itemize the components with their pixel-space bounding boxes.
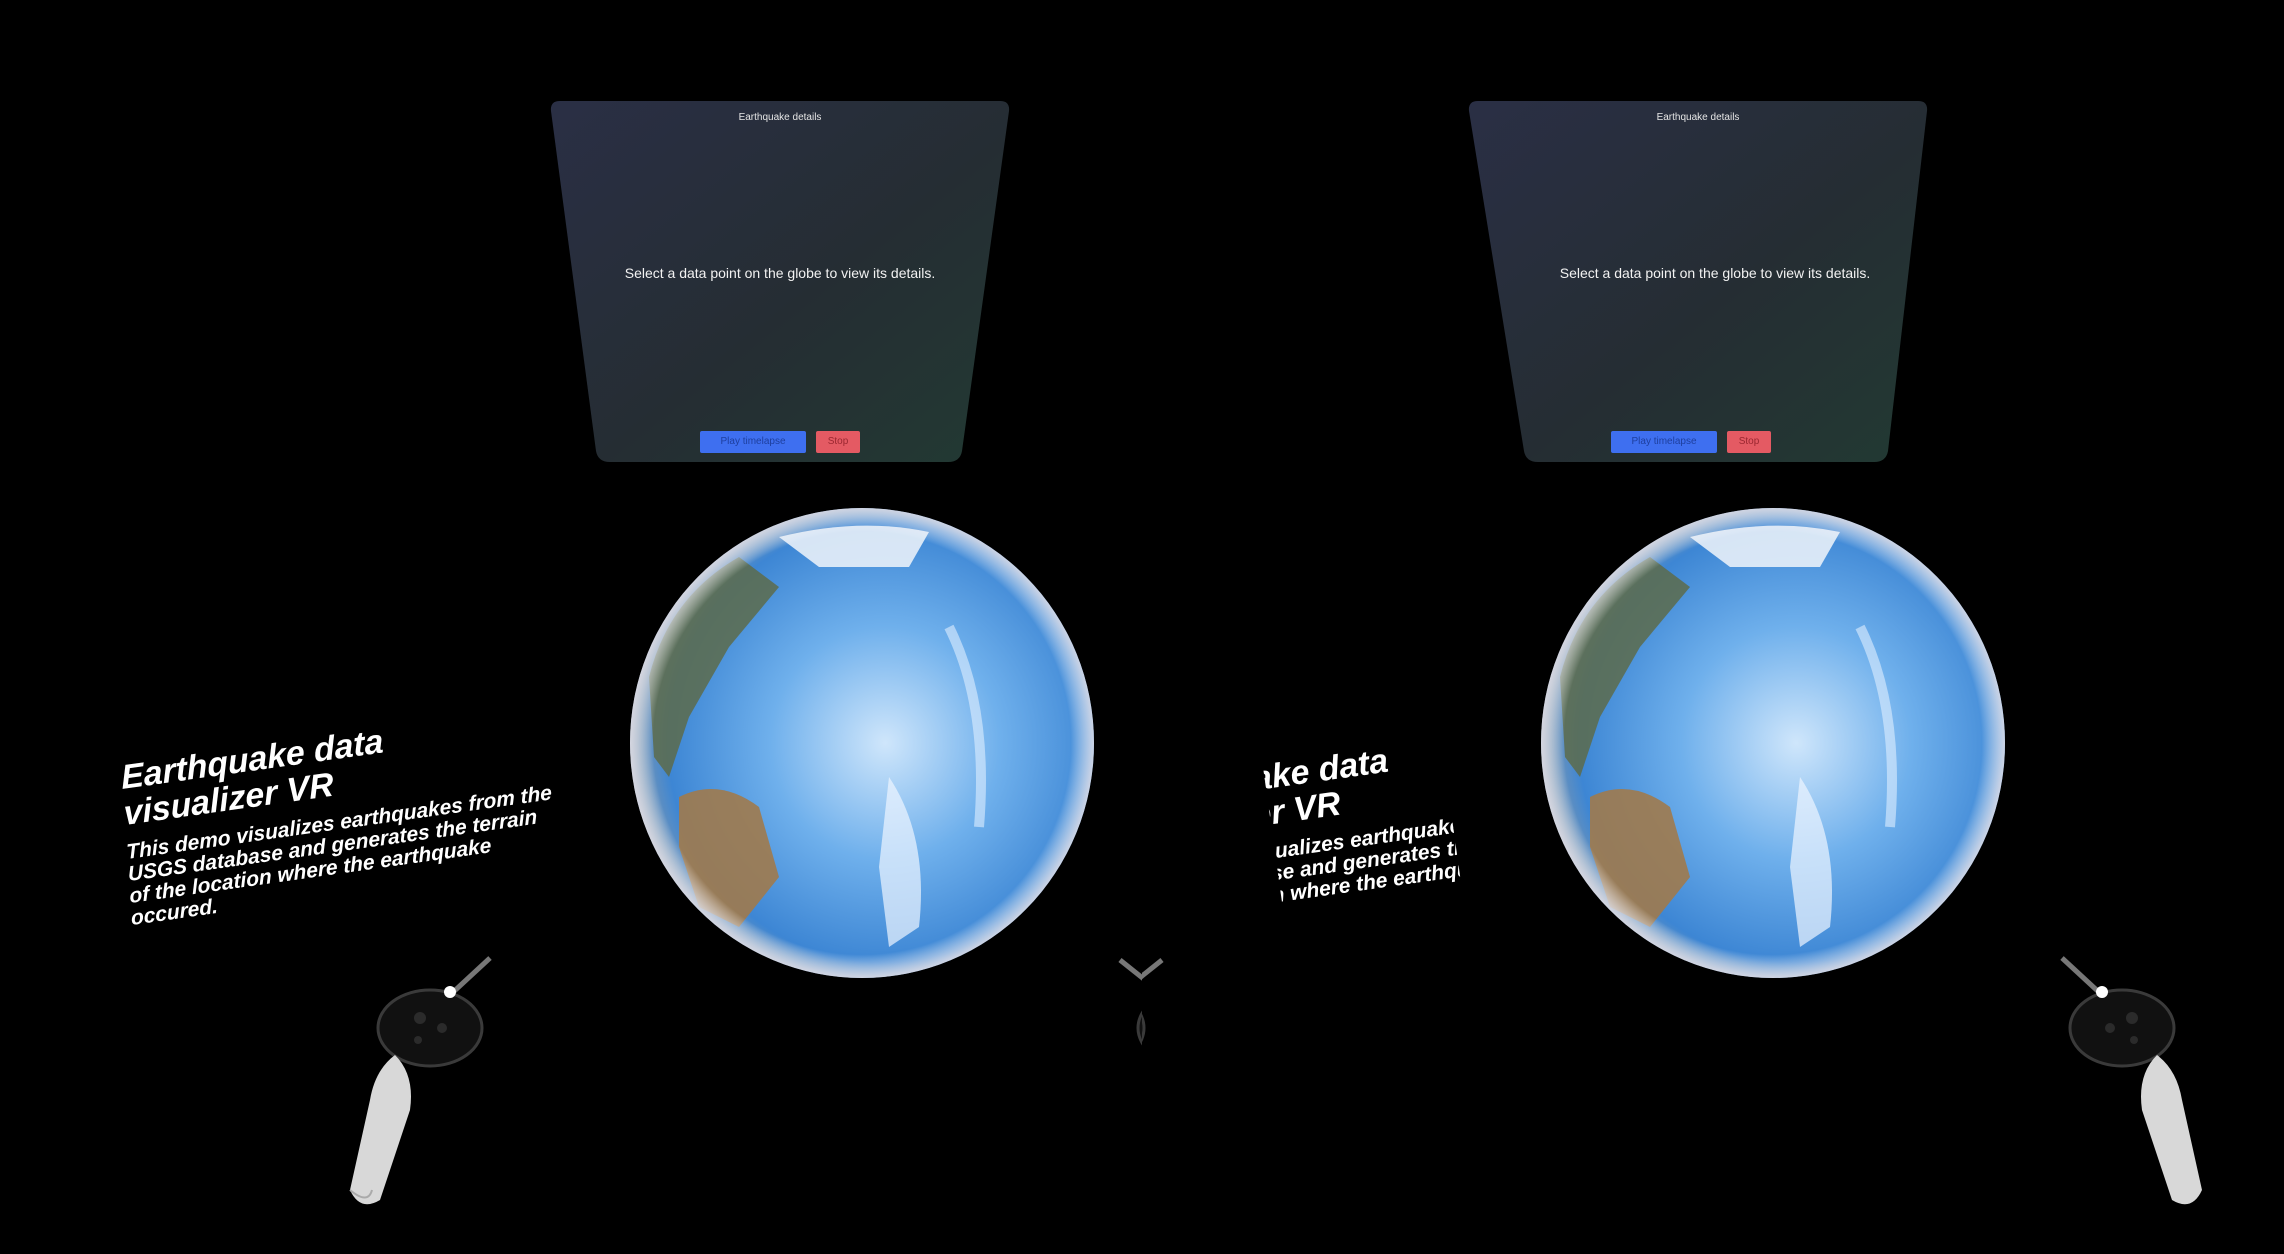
- earthquake-details-panel: Earthquake details Select a data point o…: [550, 101, 1010, 462]
- earth-globe-icon[interactable]: [629, 507, 1095, 980]
- vr-controller-icon[interactable]: [1142, 950, 1182, 1210]
- vr-controller-icon[interactable]: [1100, 950, 1142, 1210]
- play-timelapse-button[interactable]: Play timelapse: [1611, 431, 1717, 453]
- vr-controller-icon[interactable]: [320, 950, 520, 1210]
- panel-message: Select a data point on the globe to view…: [1559, 265, 1871, 281]
- earth-globe-icon[interactable]: [1540, 507, 2006, 980]
- intro-text-block: Earthquake data visualizer VR This demo …: [120, 700, 558, 930]
- panel-background: [1468, 101, 1928, 462]
- panel-message: Select a data point on the globe to view…: [624, 265, 936, 281]
- panel-title: Earthquake details: [1656, 112, 1740, 123]
- panel-background: [550, 101, 1010, 462]
- stop-button[interactable]: Stop: [816, 431, 860, 453]
- panel-title: Earthquake details: [738, 112, 822, 123]
- earthquake-details-panel: Earthquake details Select a data point o…: [1468, 101, 1928, 462]
- play-timelapse-button[interactable]: Play timelapse: [700, 431, 806, 453]
- stop-button[interactable]: Stop: [1727, 431, 1771, 453]
- vr-controller-icon[interactable]: [2032, 950, 2232, 1210]
- right-eye-view: Earthquake details Select a data point o…: [1142, 0, 2284, 1254]
- left-eye-view: Earthquake details Select a data point o…: [0, 0, 1142, 1254]
